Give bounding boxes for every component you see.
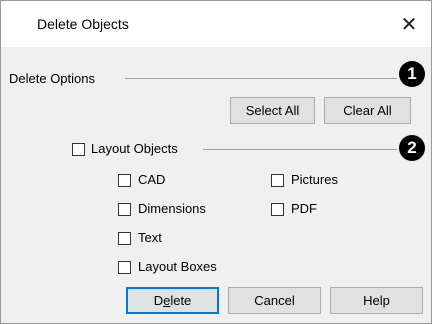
delete-objects-dialog: Delete Objects ✕ Delete Options 1 Select… (0, 0, 432, 324)
cad-label: CAD (138, 172, 166, 187)
text-checkbox[interactable] (118, 232, 131, 245)
delete-button[interactable]: Delete (126, 287, 219, 314)
delete-label: Delete (153, 293, 192, 308)
callout-badge-1: 1 (399, 61, 425, 87)
clear-all-button[interactable]: Clear All (324, 97, 411, 124)
layout-boxes-label: Layout Boxes (138, 259, 217, 274)
dimensions-checkbox[interactable] (118, 203, 131, 216)
layout-objects-divider (203, 149, 397, 150)
cancel-label: Cancel (254, 293, 295, 308)
help-label: Help (363, 293, 390, 308)
select-all-label: Select All (245, 103, 300, 118)
pdf-label: PDF (291, 201, 317, 216)
callout-badge-2: 2 (399, 135, 425, 161)
layout-objects-label: Layout Objects (91, 141, 178, 156)
dialog-title: Delete Objects (37, 16, 129, 32)
help-button[interactable]: Help (330, 287, 423, 314)
delete-options-label: Delete Options (9, 71, 95, 86)
title-bar: Delete Objects ✕ (1, 1, 431, 47)
pdf-checkbox[interactable] (271, 203, 284, 216)
pictures-label: Pictures (291, 172, 338, 187)
layout-boxes-checkbox[interactable] (118, 261, 131, 274)
cancel-button[interactable]: Cancel (228, 287, 321, 314)
delete-options-divider (125, 78, 397, 79)
clear-all-label: Clear All (343, 103, 392, 118)
pictures-checkbox[interactable] (271, 174, 284, 187)
close-button[interactable]: ✕ (387, 1, 431, 47)
dimensions-label: Dimensions (138, 201, 206, 216)
close-icon: ✕ (400, 13, 418, 36)
select-all-button[interactable]: Select All (230, 97, 315, 124)
cad-checkbox[interactable] (118, 174, 131, 187)
text-label: Text (138, 230, 162, 245)
layout-objects-checkbox[interactable] (72, 143, 85, 156)
